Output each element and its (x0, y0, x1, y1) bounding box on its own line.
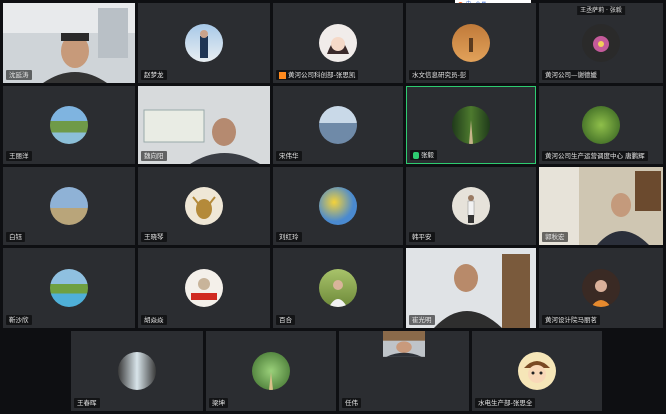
participant-name: 黄河设计院马丽茗 (542, 315, 600, 325)
participant-name: 赵梦龙 (141, 70, 167, 80)
leaves-avatar-icon (582, 106, 620, 144)
participant-tile[interactable]: 梁坤 (206, 331, 336, 411)
participant-name: 任伟 (342, 398, 361, 408)
participant-tile[interactable]: 赵梦龙 (138, 3, 270, 83)
cartoon-face-avatar-icon (518, 352, 556, 390)
participant-name: 韩平安 (409, 232, 435, 242)
camera-off-badge-icon (279, 71, 286, 79)
participant-tile[interactable]: 王丞萨莉 · 张毅 黄河公司—谢德媛 (539, 3, 663, 83)
participant-tile[interactable]: 水文信息研究员-彭 (406, 3, 536, 83)
participant-tile[interactable]: 白钰 (3, 167, 135, 245)
participant-name: 沈延涛 (6, 70, 32, 80)
participant-name: 宋伟华 (276, 151, 302, 161)
waterfall-avatar-icon (118, 352, 156, 390)
participant-name: 梁坤 (209, 398, 228, 408)
person-outdoor-avatar-icon (185, 24, 223, 62)
mic-active-icon (413, 151, 419, 159)
participant-tile[interactable]: 郭秋宏 (539, 167, 663, 245)
participant-name: 黄河公司科创部-张思凯 (276, 70, 359, 80)
participant-tile[interactable]: 水电生产部-张思全 (472, 331, 602, 411)
participant-tile[interactable]: 胡焱焱 (138, 248, 270, 328)
participant-name: 郭秋宏 (542, 232, 568, 242)
participant-tile[interactable]: 王丽洋 (3, 86, 135, 164)
participant-tile[interactable]: 沈延涛 (3, 3, 135, 83)
participant-tile[interactable]: 黄河公司生产运营调度中心 唐鹏辉 (539, 86, 663, 164)
sky-avatar-icon (50, 187, 88, 225)
participant-name: 白钰 (6, 232, 25, 242)
bull-avatar-icon (185, 187, 223, 225)
river-bend-avatar-icon (50, 269, 88, 307)
participant-tile[interactable]: 黄河设计院马丽茗 (539, 248, 663, 328)
participant-name: 张毅 (410, 150, 437, 160)
participant-video (383, 331, 425, 357)
participant-name: 黄河公司生产运营调度中心 唐鹏辉 (542, 151, 648, 161)
participant-name: 王春晖 (74, 398, 100, 408)
forest-path-avatar-icon (452, 106, 490, 144)
anime-avatar-icon (319, 24, 357, 62)
river-avatar-icon (50, 106, 88, 144)
woman-outdoor-avatar-icon (319, 269, 357, 307)
participant-tile[interactable]: 百合 (273, 248, 403, 328)
flowers-avatar-icon (319, 187, 357, 225)
participant-name: 水文信息研究员-彭 (409, 70, 470, 80)
participant-name: 黄河公司—谢德媛 (542, 70, 600, 80)
participant-tile[interactable]: 王晓琴 (138, 167, 270, 245)
participant-top-name: 王丞萨莉 · 张毅 (577, 6, 625, 15)
participant-tile[interactable]: 靳沙欣 (3, 248, 135, 328)
participant-name: 王晓琴 (141, 232, 167, 242)
participant-tile-active-speaker[interactable]: 张毅 (406, 86, 536, 164)
desert-avatar-icon (452, 24, 490, 62)
flower-avatar-icon (582, 24, 620, 62)
participant-name: 魏向阳 (141, 151, 167, 161)
participant-name: 王丽洋 (6, 151, 32, 161)
badge-avatar-icon (185, 269, 223, 307)
participant-grid: 沈延涛 赵梦龙 黄河公司科创部-张思凯 水文信息研究员-彭 王丞萨莉 · 张毅 … (0, 0, 666, 414)
participant-name: 刘红玲 (276, 232, 302, 242)
participant-tile[interactable]: 黄河公司科创部-张思凯 (273, 3, 403, 83)
participant-tile[interactable]: 韩平安 (406, 167, 536, 245)
participant-tile[interactable]: 崔光明 (406, 248, 536, 328)
garden-avatar-icon (252, 352, 290, 390)
participant-name: 水电生产部-张思全 (475, 398, 536, 408)
participant-name: 胡焱焱 (141, 315, 167, 325)
participant-name: 百合 (276, 315, 295, 325)
participant-tile[interactable]: 刘红玲 (273, 167, 403, 245)
participant-name: 崔光明 (409, 315, 435, 325)
standing-person-avatar-icon (452, 187, 490, 225)
lake-avatar-icon (319, 106, 357, 144)
participant-name: 靳沙欣 (6, 315, 32, 325)
participant-tile[interactable]: 魏向阳 (138, 86, 270, 164)
participant-tile[interactable]: 宋伟华 (273, 86, 403, 164)
woman-portrait-avatar-icon (582, 269, 620, 307)
participant-tile[interactable]: 王春晖 (71, 331, 203, 411)
participant-tile[interactable]: 任伟 (339, 331, 469, 411)
